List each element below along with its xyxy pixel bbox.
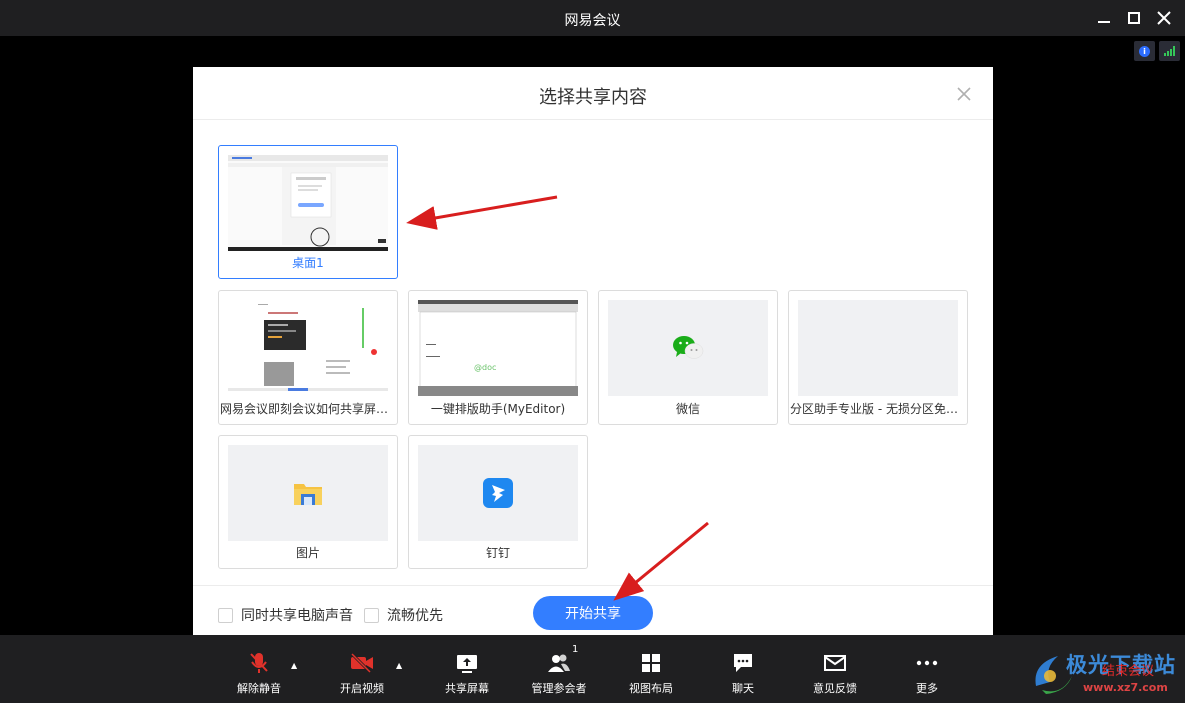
chat-button[interactable]: 聊天	[703, 635, 783, 703]
annotation-arrow	[613, 521, 709, 601]
toolbar-label: 开启视频	[340, 682, 384, 695]
more-button[interactable]: 更多	[887, 635, 967, 703]
audio-options-caret[interactable]: ▲	[291, 661, 297, 670]
chat-icon	[734, 654, 752, 672]
mic-muted-icon	[250, 653, 268, 673]
watermark-url: www.xz7.com	[1083, 681, 1168, 694]
annotation-arrow	[406, 195, 558, 230]
view-layout-button[interactable]: 视图布局	[611, 635, 691, 703]
toolbar-label: 视图布局	[629, 682, 673, 695]
toolbar-label: 共享屏幕	[445, 682, 489, 695]
participants-count-badge: 1	[572, 644, 579, 655]
toolbar-label: 聊天	[732, 682, 754, 695]
toolbar-label: 更多	[916, 682, 938, 695]
toolbar-label: 解除静音	[237, 682, 281, 695]
meeting-toolbar: 解除静音 ▲ 开启视频 ▲ 共享屏幕 1 管理参会者 视图布局 聊天 意见反馈 …	[0, 635, 1185, 703]
end-meeting-button[interactable]: 结束会议	[1102, 660, 1154, 679]
share-screen-button[interactable]: 共享屏幕	[427, 635, 507, 703]
toolbar-label: 管理参会者	[531, 682, 587, 695]
annotation-arrows	[406, 195, 709, 601]
manage-participants-button[interactable]: 1 管理参会者	[519, 635, 599, 703]
more-icon	[916, 660, 938, 666]
unmute-button[interactable]: 解除静音	[219, 635, 299, 703]
participants-icon	[548, 654, 570, 672]
toolbar-label: 意见反馈	[813, 682, 857, 695]
share-screen-icon	[457, 655, 477, 673]
start-video-button[interactable]: 开启视频	[322, 635, 402, 703]
mail-icon	[824, 655, 846, 671]
feedback-button[interactable]: 意见反馈	[795, 635, 875, 703]
grid-layout-icon	[642, 654, 660, 672]
video-off-icon	[350, 652, 373, 674]
video-options-caret[interactable]: ▲	[396, 661, 402, 670]
